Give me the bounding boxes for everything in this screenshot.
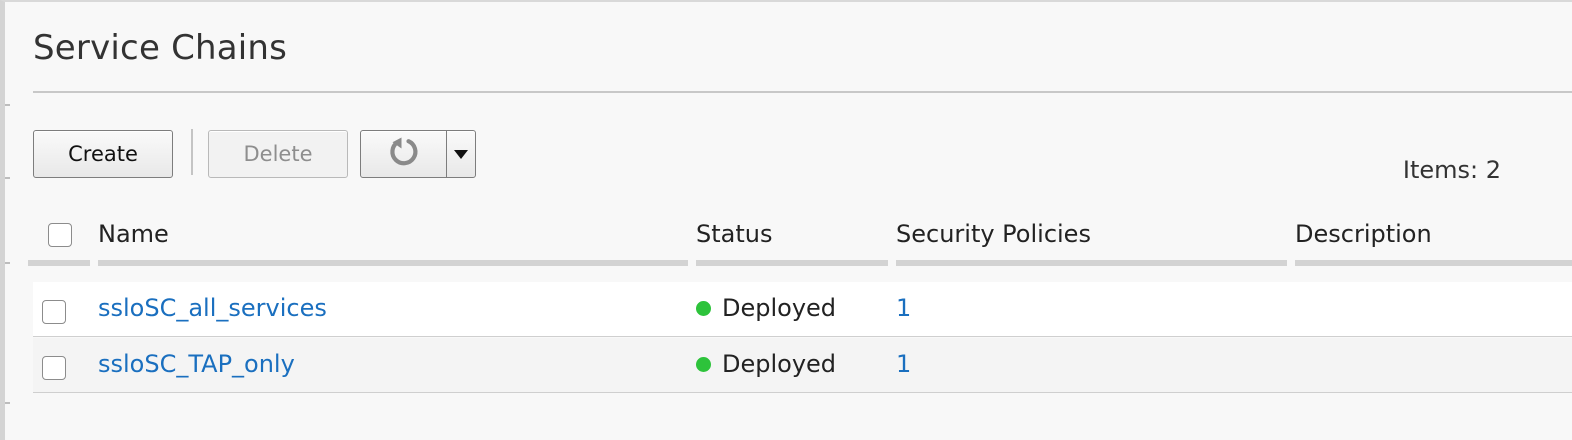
toolbar-separator bbox=[191, 129, 193, 175]
column-resize-bar bbox=[896, 260, 1287, 266]
service-chain-name-link[interactable]: ssloSC_TAP_only bbox=[98, 350, 295, 378]
status-deployed-icon bbox=[696, 356, 711, 372]
column-resize-bar bbox=[28, 260, 90, 266]
row-checkbox[interactable] bbox=[42, 300, 66, 324]
column-resize-bar bbox=[1295, 260, 1572, 266]
status-cell: Deployed bbox=[696, 294, 836, 322]
select-all-checkbox[interactable] bbox=[48, 223, 72, 247]
security-policies-link[interactable]: 1 bbox=[896, 294, 911, 322]
table-row[interactable]: ssloSC_TAP_only Deployed 1 bbox=[33, 338, 1572, 393]
content-panel: Service Chains Create Delete Items: 2 Na… bbox=[0, 0, 1572, 440]
edge-tick bbox=[5, 177, 10, 179]
column-header-name[interactable]: Name bbox=[98, 220, 169, 248]
delete-button[interactable]: Delete bbox=[208, 130, 348, 178]
status-text: Deployed bbox=[722, 350, 837, 378]
table-row[interactable]: ssloSC_all_services Deployed 1 bbox=[33, 282, 1572, 337]
service-chain-name-link[interactable]: ssloSC_all_services bbox=[98, 294, 327, 322]
refresh-button[interactable] bbox=[360, 130, 448, 178]
security-policies-link[interactable]: 1 bbox=[896, 350, 911, 378]
column-header-status[interactable]: Status bbox=[696, 220, 772, 248]
refresh-options-dropdown[interactable] bbox=[446, 130, 476, 178]
edge-tick bbox=[5, 104, 10, 106]
row-checkbox[interactable] bbox=[42, 356, 66, 380]
status-deployed-icon bbox=[696, 300, 711, 316]
status-cell: Deployed bbox=[696, 350, 836, 378]
edge-tick bbox=[5, 402, 10, 404]
page-title: Service Chains bbox=[33, 28, 288, 68]
column-resize-bar bbox=[696, 260, 888, 266]
column-header-security-policies[interactable]: Security Policies bbox=[896, 220, 1091, 248]
status-text: Deployed bbox=[722, 294, 837, 322]
create-button[interactable]: Create bbox=[33, 130, 173, 178]
column-header-description[interactable]: Description bbox=[1295, 220, 1432, 248]
refresh-icon bbox=[387, 135, 421, 174]
title-divider bbox=[33, 91, 1572, 93]
column-resize-bar bbox=[98, 260, 688, 266]
caret-down-icon bbox=[454, 149, 468, 159]
edge-tick bbox=[5, 262, 10, 264]
items-count: Items: 2 bbox=[1402, 156, 1501, 184]
